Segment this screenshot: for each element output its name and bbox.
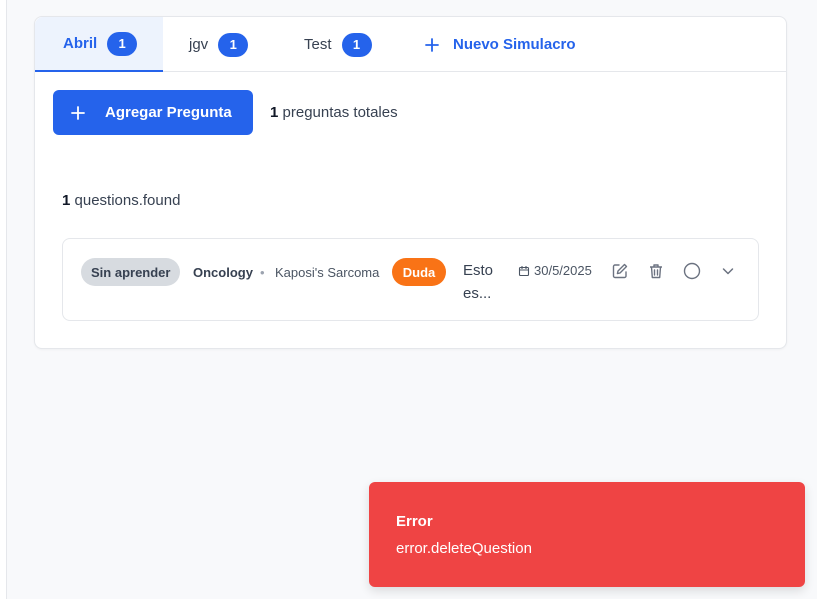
- question-row[interactable]: Sin aprender Oncology • Kaposi's Sarcoma…: [62, 238, 759, 321]
- calendar-icon: [518, 265, 530, 276]
- error-toast[interactable]: Error error.deleteQuestion: [369, 482, 805, 587]
- plus-icon: [71, 102, 85, 124]
- plus-icon: [425, 34, 439, 56]
- tab-count-badge: 1: [107, 31, 138, 56]
- simulacro-tabs: Abril 1 jgv 1 Test 1 Nuevo Simulacro: [35, 17, 786, 72]
- learning-status-badge[interactable]: Sin aprender: [81, 258, 181, 286]
- found-suffix: questions.found: [74, 192, 181, 209]
- new-simulacro-label: Nuevo Simulacro: [453, 36, 576, 53]
- tab-jgv[interactable]: jgv 1: [163, 17, 278, 72]
- new-simulacro-tab[interactable]: Nuevo Simulacro: [425, 17, 605, 72]
- topic-label: Oncology: [193, 265, 253, 280]
- tab-label: Test: [304, 36, 332, 53]
- tab-count-badge: 1: [341, 32, 372, 57]
- question-date: 30/5/2025: [518, 263, 592, 278]
- questions-panel: Abril 1 jgv 1 Test 1 Nuevo Simulacro Agr…: [34, 16, 787, 349]
- edit-icon[interactable]: [609, 260, 631, 282]
- question-snippet: Esto es...: [463, 262, 494, 302]
- questions-found-text: 1 questions.found: [62, 192, 180, 209]
- subtopic-label: Kaposi's Sarcoma: [275, 265, 380, 280]
- total-questions-text: 1 preguntas totales: [270, 104, 398, 121]
- add-question-label: Agregar Pregunta: [105, 104, 232, 121]
- total-count: 1: [270, 104, 279, 121]
- tab-count-badge: 1: [218, 32, 249, 57]
- date-text: 30/5/2025: [534, 263, 592, 278]
- total-suffix: preguntas totales: [282, 104, 398, 121]
- separator-dot: •: [260, 265, 265, 280]
- found-count: 1: [62, 192, 71, 209]
- doubt-tag: Duda: [392, 258, 446, 286]
- toast-title: Error: [396, 513, 433, 530]
- chevron-down-icon[interactable]: [717, 260, 739, 282]
- tab-label: jgv: [189, 36, 209, 53]
- add-question-button[interactable]: Agregar Pregunta: [53, 90, 253, 135]
- circle-icon[interactable]: [681, 260, 703, 282]
- left-sidebar-edge: [0, 0, 7, 599]
- tab-test[interactable]: Test 1: [278, 17, 398, 72]
- toast-message: error.deleteQuestion: [396, 540, 532, 557]
- tab-abril[interactable]: Abril 1: [35, 17, 163, 72]
- trash-icon[interactable]: [645, 260, 667, 282]
- tab-label: Abril: [63, 35, 98, 52]
